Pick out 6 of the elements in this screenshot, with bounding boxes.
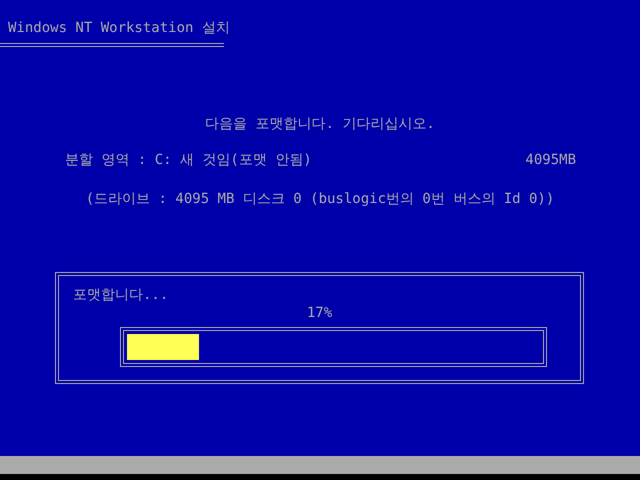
drive-info: (드라이브 : 4095 MB 디스크 0 (buslogic번의 0번 버스의 Id 0)) [84,190,556,208]
partition-size: 4095MB [525,151,576,169]
status-message: 다음을 포맷합니다. 기다리십시오. [204,115,436,133]
progress-label: 포맷합니다... [73,286,170,304]
partition-label: 분할 영역 : C: 새 것임(포맷 안됨) [65,151,312,169]
progress-percent: 17% [306,304,334,322]
